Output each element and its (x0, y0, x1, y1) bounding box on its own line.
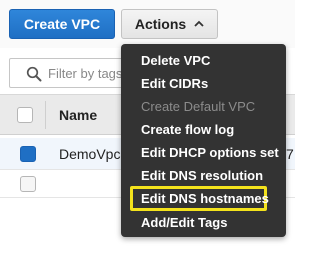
row-checkbox[interactable] (20, 146, 36, 162)
search-icon (26, 66, 42, 82)
select-all-checkbox[interactable] (17, 107, 33, 123)
column-divider (45, 101, 46, 129)
menu-item-create-flow-log[interactable]: Create flow log (141, 120, 234, 140)
row-extra-value: 7 (286, 146, 294, 162)
toolbar: Create VPC Actions (0, 0, 295, 48)
menu-item-delete-vpc[interactable]: Delete VPC (141, 51, 210, 71)
actions-label: Actions (134, 16, 187, 32)
menu-item-edit-dns-resolution[interactable]: Edit DNS resolution (141, 166, 263, 186)
create-vpc-button[interactable]: Create VPC (9, 9, 115, 39)
menu-item-edit-cidrs[interactable]: Edit CIDRs (141, 74, 208, 94)
menu-item-create-default-vpc: Create Default VPC (141, 99, 256, 114)
column-header-name[interactable]: Name (59, 107, 97, 123)
menu-item-edit-dns-hostnames[interactable]: Edit DNS hostnames (141, 189, 269, 209)
menu-item-edit-dhcp-options-set[interactable]: Edit DHCP options set (141, 143, 279, 163)
actions-menu: Delete VPC Edit CIDRs Create Default VPC… (121, 44, 286, 237)
row-checkbox[interactable] (20, 176, 36, 192)
chevron-up-icon (194, 20, 204, 27)
menu-item-add-edit-tags[interactable]: Add/Edit Tags (141, 213, 227, 233)
row-name: DemoVpc (59, 146, 121, 162)
create-vpc-label: Create VPC (23, 16, 101, 32)
actions-button[interactable]: Actions (121, 9, 218, 39)
